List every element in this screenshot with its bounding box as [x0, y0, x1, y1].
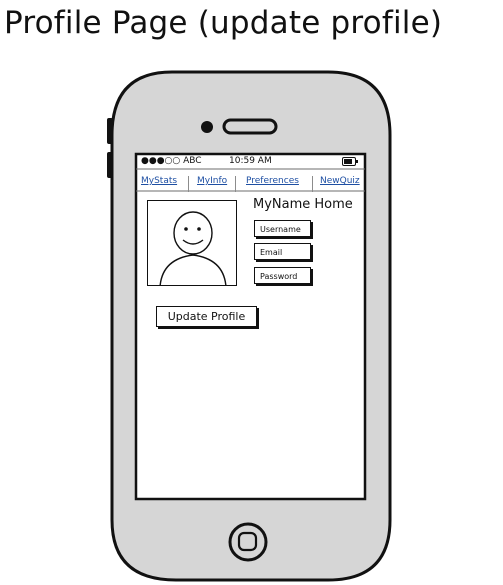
- status-bar: ●●●○○ ABC 10:59 AM: [136, 154, 365, 168]
- side-button: [107, 118, 113, 144]
- username-field[interactable]: Username: [254, 220, 311, 237]
- tab-preferences[interactable]: Preferences: [246, 176, 299, 186]
- password-field[interactable]: Password: [254, 267, 311, 284]
- email-field[interactable]: Email: [254, 243, 311, 260]
- carrier-signal: ●●●○○ ABC: [141, 156, 202, 166]
- update-profile-button[interactable]: Update Profile: [156, 306, 257, 327]
- side-button: [107, 152, 113, 178]
- nav-bar: MyStats MyInfo Preferences NewQuiz: [136, 176, 365, 192]
- phone-screen: ●●●○○ ABC 10:59 AM MyStats MyInfo Prefer…: [136, 154, 365, 499]
- tab-newquiz[interactable]: NewQuiz: [320, 176, 360, 186]
- avatar: [147, 200, 237, 286]
- nav-divider: [188, 176, 189, 192]
- battery-icon: [342, 157, 358, 166]
- speaker-icon: [222, 118, 278, 135]
- tab-myinfo[interactable]: MyInfo: [197, 176, 227, 186]
- home-button-icon: [228, 522, 268, 562]
- profile-name-heading: MyName Home: [253, 197, 353, 212]
- smiley-face-icon: [159, 211, 227, 285]
- nav-divider: [312, 176, 313, 192]
- camera-icon: [201, 121, 213, 133]
- nav-divider: [235, 176, 236, 192]
- tab-mystats[interactable]: MyStats: [141, 176, 177, 186]
- status-time: 10:59 AM: [229, 156, 272, 166]
